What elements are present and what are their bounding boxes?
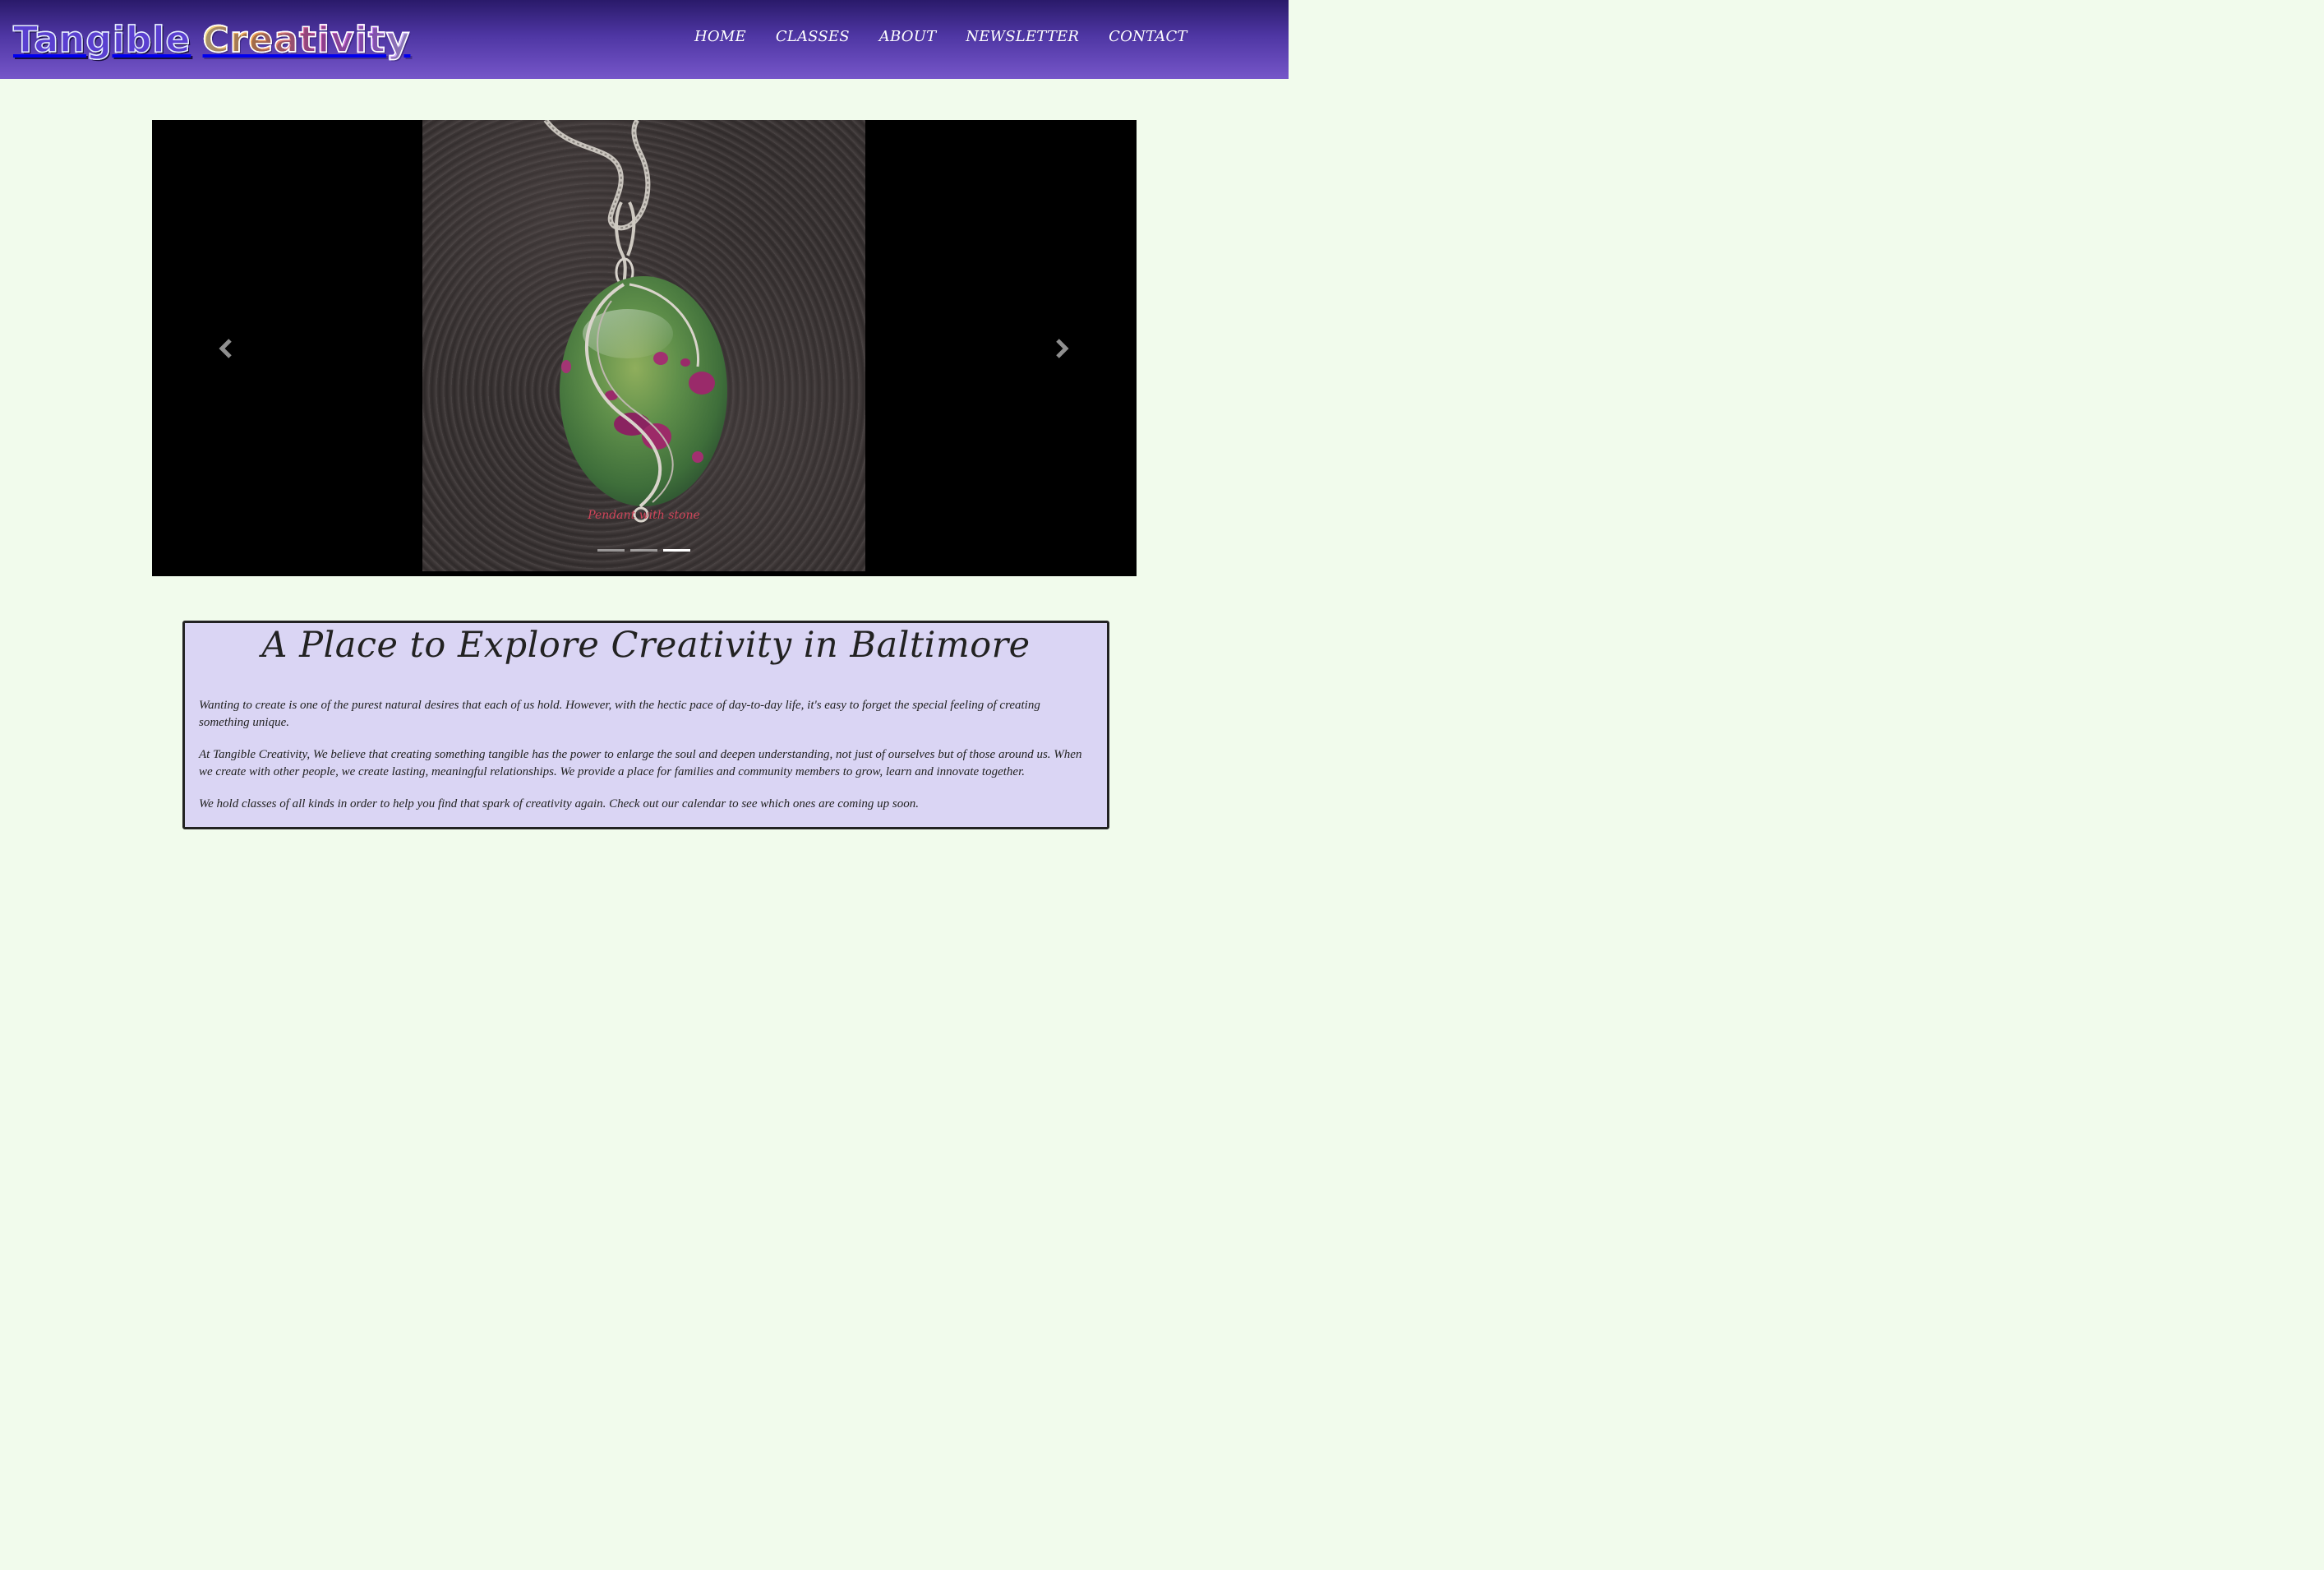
nav-link-classes[interactable]: CLASSES — [768, 23, 857, 50]
carousel-next-button[interactable] — [1045, 332, 1078, 365]
carousel-indicator-3[interactable] — [663, 549, 690, 552]
nav-item-contact: CONTACT — [1101, 23, 1194, 50]
nav-item-newsletter: NEWSLETTER — [958, 23, 1086, 50]
site-header: Tangible Creativity HOME CLASSES ABOUT N… — [0, 0, 1289, 79]
carousel-indicator-2[interactable] — [630, 549, 657, 552]
carousel-prev-button[interactable] — [210, 332, 242, 365]
carousel-slide-image: Pendant with stone — [422, 120, 865, 571]
nav-item-classes: CLASSES — [768, 23, 857, 50]
nav-link-about[interactable]: ABOUT — [872, 23, 944, 50]
intro-paragraph-3: We hold classes of all kinds in order to… — [199, 797, 919, 810]
nav-link-contact[interactable]: CONTACT — [1101, 23, 1194, 50]
site-logo[interactable]: Tangible Creativity — [12, 7, 411, 72]
logo-word-creativity: Creativity — [202, 18, 411, 62]
carousel-indicator-1[interactable] — [597, 549, 625, 552]
image-carousel: Pendant with stone — [152, 120, 1137, 576]
intro-paragraph-2: At Tangible Creativity, We believe that … — [199, 748, 1082, 778]
logo-word-tangible: Tangible — [12, 18, 191, 62]
main-nav: HOME CLASSES ABOUT NEWSLETTER CONTACT — [687, 23, 1195, 50]
pendant-photo — [543, 120, 727, 523]
nav-link-newsletter[interactable]: NEWSLETTER — [958, 23, 1086, 50]
nav-item-about: ABOUT — [872, 23, 944, 50]
intro-section: A Place to Explore Creativity in Baltimo… — [182, 621, 1109, 829]
nav-link-home[interactable]: HOME — [687, 23, 754, 50]
intro-title: A Place to Explore Creativity in Baltimo… — [261, 625, 1031, 666]
carousel-caption: Pendant with stone — [588, 509, 700, 522]
chevron-right-icon — [1056, 339, 1069, 358]
intro-paragraph-1: Wanting to create is one of the purest n… — [199, 699, 1040, 729]
intro-text: Wanting to create is one of the purest n… — [199, 697, 1086, 828]
carousel-indicators — [597, 549, 690, 552]
nav-item-home: HOME — [687, 23, 754, 50]
chevron-left-icon — [219, 339, 232, 358]
